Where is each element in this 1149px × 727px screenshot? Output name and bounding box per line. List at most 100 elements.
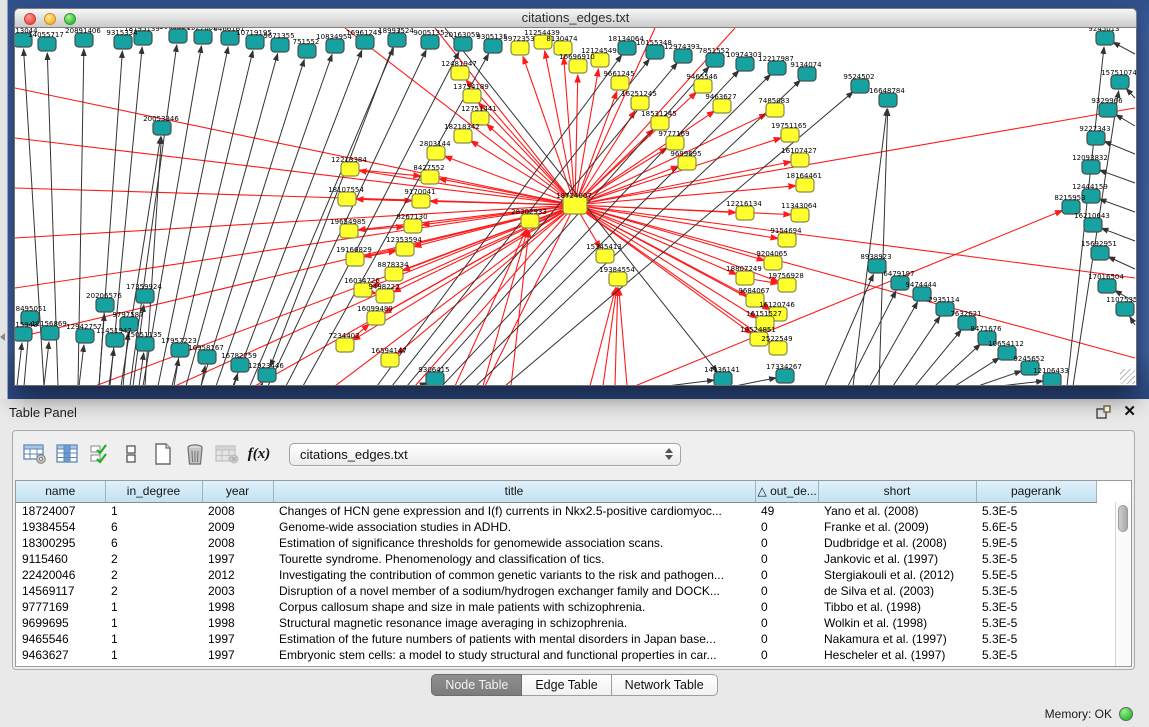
table-cell[interactable]: Investigating the contribution of common… <box>273 567 755 583</box>
graph-node[interactable] <box>76 329 94 343</box>
table-cell[interactable]: 6 <box>105 535 202 551</box>
graph-node[interactable] <box>171 343 189 357</box>
table-selector-dropdown[interactable]: citations_edges.txt <box>289 443 681 466</box>
table-cell[interactable]: Franke et al. (2009) <box>818 519 976 535</box>
graph-node[interactable] <box>764 256 782 270</box>
graph-node[interactable] <box>798 67 816 81</box>
table-cell[interactable]: 2 <box>105 551 202 567</box>
table-row[interactable]: 946362711997Embryonic stem cells: a mode… <box>16 647 1096 663</box>
network-window-titlebar[interactable]: citations_edges.txt <box>14 8 1137 28</box>
table-cell[interactable]: 22420046 <box>16 567 105 583</box>
graph-node[interactable] <box>346 252 364 266</box>
table-cell[interactable]: 5.3E-5 <box>976 631 1096 647</box>
graph-node[interactable] <box>1084 218 1102 232</box>
table-cell[interactable]: 0 <box>755 519 818 535</box>
table-row[interactable]: 1830029562008Estimation of significance … <box>16 535 1096 551</box>
column-header-in_degree[interactable]: in_degree <box>105 481 202 502</box>
table-cell[interactable]: 1997 <box>202 551 273 567</box>
table-cell[interactable]: 1 <box>105 599 202 615</box>
table-cell[interactable]: 49 <box>755 502 818 519</box>
graph-node[interactable] <box>169 29 187 43</box>
control-panel-splitter[interactable] <box>0 0 8 399</box>
table-cell[interactable]: 5.3E-5 <box>976 615 1096 631</box>
column-header-pagerank[interactable]: pagerank <box>976 481 1096 502</box>
table-cell[interactable]: 5.9E-5 <box>976 535 1096 551</box>
float-window-icon[interactable] <box>1096 405 1111 419</box>
table-cell[interactable]: Wolkin et al. (1998) <box>818 615 976 631</box>
select-columns-icon[interactable] <box>52 439 82 469</box>
graph-node[interactable] <box>106 333 124 347</box>
graph-node[interactable] <box>736 57 754 71</box>
table-cell[interactable]: 9465546 <box>16 631 105 647</box>
graph-node[interactable] <box>336 338 354 352</box>
graph-node[interactable] <box>736 206 754 220</box>
graph-node[interactable] <box>404 219 422 233</box>
graph-node[interactable] <box>376 289 394 303</box>
graph-node[interactable] <box>114 35 132 49</box>
table-cell[interactable]: Yano et al. (2008) <box>818 502 976 519</box>
network-canvas[interactable]: 1872400728031448427552122133841810755491… <box>15 28 1136 385</box>
graph-node[interactable] <box>769 341 787 355</box>
table-cell[interactable]: 18724007 <box>16 502 105 519</box>
graph-node[interactable] <box>75 33 93 47</box>
close-panel-icon[interactable]: ✕ <box>1123 402 1136 420</box>
minimize-window-icon[interactable] <box>44 13 56 25</box>
graph-node[interactable] <box>674 49 692 63</box>
column-header-out_de[interactable]: △ out_de... <box>755 481 818 502</box>
graph-node[interactable] <box>1111 75 1129 89</box>
graph-node[interactable] <box>198 350 216 364</box>
graph-node[interactable] <box>796 178 814 192</box>
graph-node[interactable] <box>631 96 649 110</box>
graph-node[interactable] <box>618 41 636 55</box>
table-cell[interactable]: Nakamura et al. (1997) <box>818 631 976 647</box>
table-cell[interactable]: 2008 <box>202 535 273 551</box>
graph-node[interactable] <box>194 30 212 44</box>
graph-node[interactable] <box>258 368 276 382</box>
graph-node[interactable] <box>1087 131 1105 145</box>
graph-node[interactable] <box>421 170 439 184</box>
table-cell[interactable]: Embryonic stem cells: a model to study s… <box>273 647 755 663</box>
graph-node[interactable] <box>381 353 399 367</box>
column-header-title[interactable]: title <box>273 481 755 502</box>
graph-node[interactable] <box>96 298 114 312</box>
table-row[interactable]: 969969511998Structural magnetic resonanc… <box>16 615 1096 631</box>
graph-node[interactable] <box>781 128 799 142</box>
table-row[interactable]: 1456911722003Disruption of a novel membe… <box>16 583 1096 599</box>
table-cell[interactable]: 5.3E-5 <box>976 502 1096 519</box>
graph-node[interactable] <box>153 121 171 135</box>
table-cell[interactable]: 9463627 <box>16 647 105 663</box>
graph-node[interactable] <box>136 337 154 351</box>
table-cell[interactable]: 18300295 <box>16 535 105 551</box>
table-cell[interactable]: 2009 <box>202 519 273 535</box>
table-cell[interactable]: 0 <box>755 615 818 631</box>
table-cell[interactable]: Changes of HCN gene expression and I(f) … <box>273 502 755 519</box>
table-cell[interactable]: Stergiakouli et al. (2012) <box>818 567 976 583</box>
graph-node[interactable] <box>1082 160 1100 174</box>
graph-node[interactable] <box>694 79 712 93</box>
zoom-window-icon[interactable] <box>64 13 76 25</box>
graph-node[interactable] <box>298 44 316 58</box>
table-row[interactable]: 946554611997Estimation of the future num… <box>16 631 1096 647</box>
graph-node[interactable] <box>338 192 356 206</box>
table-cell[interactable]: 1997 <box>202 631 273 647</box>
graph-node[interactable] <box>521 214 539 228</box>
table-cell[interactable]: 5.6E-5 <box>976 519 1096 535</box>
table-cell[interactable]: 1997 <box>202 647 273 663</box>
column-header-year[interactable]: year <box>202 481 273 502</box>
graph-node[interactable] <box>596 249 614 263</box>
graph-node[interactable] <box>609 272 627 286</box>
graph-node[interactable] <box>271 38 289 52</box>
graph-node[interactable] <box>454 37 472 51</box>
graph-node[interactable] <box>356 35 374 49</box>
graph-node[interactable] <box>778 233 796 247</box>
table-cell[interactable]: 2008 <box>202 502 273 519</box>
graph-node[interactable] <box>340 224 358 238</box>
table-cell[interactable]: 14569117 <box>16 583 105 599</box>
table-cell[interactable]: Hescheler et al. (1997) <box>818 647 976 663</box>
table-cell[interactable]: 0 <box>755 583 818 599</box>
close-window-icon[interactable] <box>24 13 36 25</box>
delete-rows-icon[interactable] <box>180 439 210 469</box>
table-cell[interactable]: 1 <box>105 631 202 647</box>
graph-node[interactable] <box>1096 31 1114 45</box>
table-cell[interactable]: 0 <box>755 631 818 647</box>
